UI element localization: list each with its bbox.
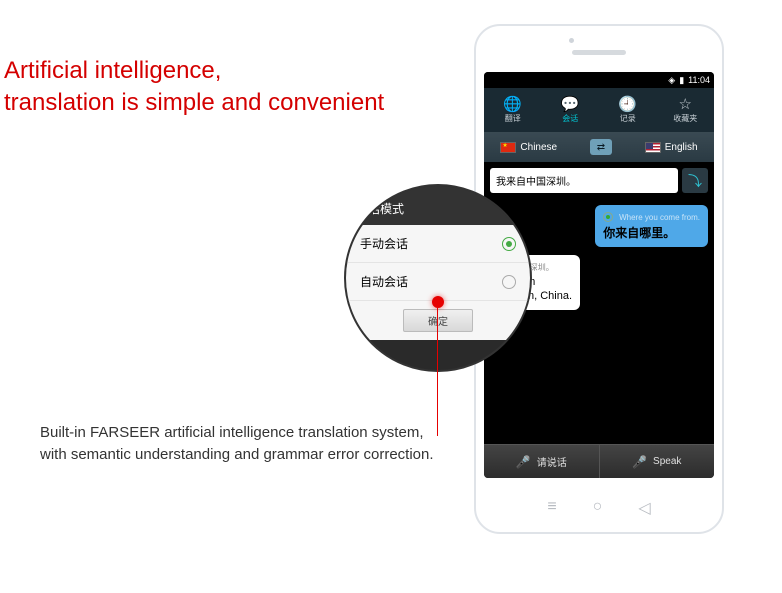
mic-icon: 🎤 xyxy=(516,455,531,469)
tab-record-label: 记录 xyxy=(620,113,636,124)
phone-speaker xyxy=(572,50,626,55)
headline-line2: translation is simple and convenient xyxy=(4,87,384,119)
play-radio-icon[interactable] xyxy=(603,212,613,222)
chat-icon: 💬 xyxy=(561,97,580,112)
bubble-blue-main: 你来自哪里。 xyxy=(603,226,675,240)
radio-on-icon xyxy=(502,237,516,251)
lang-target-label: English xyxy=(665,142,698,153)
description-text: Built-in FARSEER artificial intelligence… xyxy=(40,422,440,466)
enter-icon: ⤵ xyxy=(688,171,702,191)
tab-favorite-label: 收藏夹 xyxy=(673,113,697,124)
confirm-button[interactable]: 确定 xyxy=(403,309,473,332)
lang-source[interactable]: Chinese xyxy=(500,142,557,153)
tab-talk-label: 会话 xyxy=(562,113,578,124)
status-bar: ◈ ▮ 11:04 xyxy=(484,72,714,88)
speak-left-label: 请说话 xyxy=(537,454,567,469)
magnifier-lens: 点击此处输入 会话模式 手动会话 自动会话 确定 xyxy=(344,184,532,372)
flag-us-icon xyxy=(645,142,661,153)
chat-bubble-target[interactable]: Where you come from. 你来自哪里。 xyxy=(595,205,708,247)
tab-talk[interactable]: 💬 会话 xyxy=(542,88,600,132)
tab-favorite[interactable]: ☆ 收藏夹 xyxy=(657,88,715,132)
callout-dot xyxy=(432,296,444,308)
speak-right-label: Speak xyxy=(653,456,681,467)
language-bar: Chinese ⇄ English xyxy=(484,132,714,162)
headline-line1: Artificial intelligence, xyxy=(4,55,384,87)
star-icon: ☆ xyxy=(679,97,692,112)
speak-button-source[interactable]: 🎤 请说话 xyxy=(484,445,600,478)
tab-record[interactable]: 🕘 记录 xyxy=(599,88,657,132)
dialog-title: 会话模式 xyxy=(346,186,530,225)
wifi-icon: ◈ xyxy=(668,75,675,86)
phone-camera xyxy=(569,38,574,43)
status-time: 11:04 xyxy=(688,75,710,85)
bubble-blue-hint: Where you come from. xyxy=(619,213,700,222)
speak-bar: 🎤 请说话 🎤 Speak xyxy=(484,444,714,478)
flag-cn-icon xyxy=(500,142,516,153)
globe-icon: 🌐 xyxy=(503,97,522,112)
option-auto-label: 自动会话 xyxy=(360,273,408,290)
magnifier: 点击此处输入 会话模式 手动会话 自动会话 确定 xyxy=(344,184,532,372)
swap-button[interactable]: ⇄ xyxy=(590,139,612,155)
top-tabs: 🌐 翻译 💬 会话 🕘 记录 ☆ 收藏夹 xyxy=(484,88,714,132)
clock-icon: 🕘 xyxy=(618,97,637,112)
radio-off-icon xyxy=(502,275,516,289)
lang-target[interactable]: English xyxy=(645,142,698,153)
lang-source-label: Chinese xyxy=(520,142,557,153)
callout-line xyxy=(437,308,438,436)
option-manual-label: 手动会话 xyxy=(360,235,408,252)
tab-translate-label: 翻译 xyxy=(505,113,521,124)
nav-back-icon[interactable]: ◁ xyxy=(638,498,650,518)
headline: Artificial intelligence, translation is … xyxy=(4,55,384,120)
nav-recent-icon[interactable]: ≡ xyxy=(547,498,556,518)
send-button[interactable]: ⤵ xyxy=(682,168,708,193)
battery-icon: ▮ xyxy=(679,75,684,86)
dialog-body: 手动会话 自动会话 确定 xyxy=(346,225,530,340)
option-manual[interactable]: 手动会话 xyxy=(346,225,530,263)
mic-icon: 🎤 xyxy=(632,455,647,469)
nav-home-icon[interactable]: ○ xyxy=(593,498,603,518)
speak-button-target[interactable]: 🎤 Speak xyxy=(600,445,715,478)
tab-translate[interactable]: 🌐 翻译 xyxy=(484,88,542,132)
android-nav: ≡ ○ ◁ xyxy=(476,498,722,518)
